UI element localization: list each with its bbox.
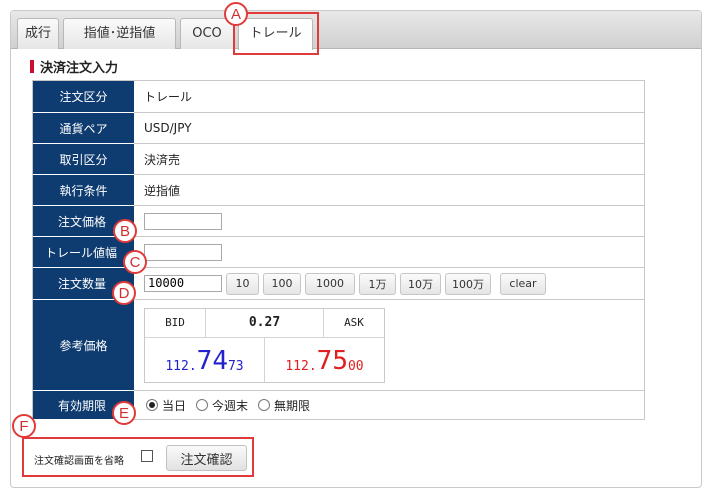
section-title: 決済注文入力 <box>30 57 118 76</box>
radio-unchecked-icon <box>196 399 209 411</box>
order-form: 注文区分 トレール 通貨ペア USD/JPY 取引区分 決済売 執行条件 逆指値… <box>32 80 645 420</box>
qty-1m-button[interactable]: 100万 <box>445 272 491 295</box>
row-order-type: 注文区分 トレール <box>33 81 644 113</box>
confirm-order-button[interactable]: 注文確認 <box>166 445 247 471</box>
spread-value: 0.27 <box>206 308 324 337</box>
expiry-weekend-radio[interactable]: 今週末 <box>196 397 248 414</box>
marker-c: C <box>123 250 147 274</box>
row-trade-type: 取引区分 決済売 <box>33 144 644 175</box>
skip-confirm-checkbox[interactable] <box>141 450 153 462</box>
qty-10-button[interactable]: 10 <box>226 272 259 295</box>
price-input[interactable] <box>144 212 222 230</box>
bid-label: BID <box>145 308 206 337</box>
marker-f: F <box>12 414 36 438</box>
value-exec-cond: 逆指値 <box>134 175 644 205</box>
quote-board: BID 0.27 ASK 112. 74 73 112. 75 00 <box>144 307 385 383</box>
tab-bar: 成行 指値･逆指値 OCO トレール <box>11 11 701 50</box>
row-ref-price: 参考価格 BID 0.27 ASK 112. 74 73 112. 75 00 <box>33 300 644 391</box>
marker-d: D <box>112 281 136 305</box>
label-order-type: 注文区分 <box>33 81 134 113</box>
qty-input[interactable]: 10000 <box>144 275 222 292</box>
qty-100-button[interactable]: 100 <box>263 272 301 295</box>
qty-1000-button[interactable]: 1000 <box>305 272 355 295</box>
footer-confirm-area: 注文確認画面を省略 注文確認 <box>22 437 254 477</box>
marker-a: A <box>224 2 248 26</box>
tab-oco[interactable]: OCO <box>180 18 234 49</box>
clear-button[interactable]: clear <box>500 272 546 295</box>
ask-price[interactable]: 112. 75 00 <box>265 338 384 383</box>
qty-10k-button[interactable]: 1万 <box>359 272 396 295</box>
value-pair: USD/JPY <box>134 113 644 143</box>
radio-unchecked-icon <box>258 399 271 411</box>
label-exec-cond: 執行条件 <box>33 175 134 206</box>
label-pair: 通貨ペア <box>33 113 134 144</box>
ask-label: ASK <box>344 316 364 329</box>
expiry-today-radio[interactable]: 当日 <box>146 397 186 414</box>
row-exec-cond: 執行条件 逆指値 <box>33 175 644 206</box>
bid-price[interactable]: 112. 74 73 <box>145 337 265 383</box>
trail-input[interactable] <box>144 243 222 261</box>
radio-checked-icon <box>146 399 158 411</box>
expiry-unlimited-radio[interactable]: 無期限 <box>258 397 310 414</box>
tab-market[interactable]: 成行 <box>17 18 59 49</box>
row-pair: 通貨ペア USD/JPY <box>33 113 644 144</box>
label-ref-price: 参考価格 <box>33 300 134 391</box>
marker-e: E <box>112 401 136 425</box>
label-trade-type: 取引区分 <box>33 144 134 175</box>
tab-limit-stop[interactable]: 指値･逆指値 <box>63 18 176 49</box>
value-order-type: トレール <box>134 81 644 112</box>
value-trade-type: 決済売 <box>134 144 644 174</box>
marker-b: B <box>113 219 137 243</box>
skip-confirm-label: 注文確認画面を省略 <box>34 456 124 467</box>
qty-100k-button[interactable]: 10万 <box>400 272 441 295</box>
